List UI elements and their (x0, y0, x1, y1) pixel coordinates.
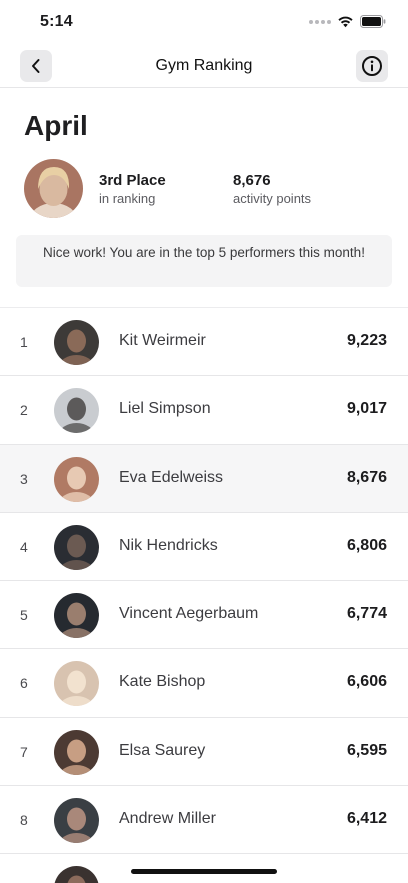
member-name: Liel Simpson (119, 400, 211, 418)
member-score: 6,595 (346, 741, 387, 759)
rank-position: 4 (20, 538, 28, 555)
cellular-signal-icon (309, 19, 331, 24)
battery-icon (360, 15, 386, 28)
ranking-row[interactable]: 6 Kate Bishop 6,606 (0, 649, 408, 718)
rank-position: 1 (20, 334, 28, 350)
rank-position: 6 (20, 675, 28, 692)
member-score: 9,017 (346, 400, 387, 418)
ranking-row[interactable]: 8 Andrew Miller 6,412 (0, 786, 408, 855)
status-bar: 5:14 (0, 0, 408, 44)
avatar (54, 866, 99, 883)
page-title: Gym Ranking (155, 57, 253, 74)
member-score: 6,606 (346, 673, 387, 691)
rank-position: 7 (20, 743, 28, 760)
ranking-list: 1 Kit Weirmeir 9,223 2 Liel Simpson 9,017 3 Eva… (0, 308, 408, 883)
avatar (54, 661, 99, 707)
avatar (54, 388, 99, 434)
member-name: Elsa Saurey (119, 741, 206, 759)
member-name: Eva Edelweiss (119, 468, 224, 486)
rank-stat: 3rd Place in ranking (99, 172, 166, 207)
nav-bar: Gym Ranking (0, 44, 408, 88)
ranking-row[interactable]: 7 Elsa Saurey 6,595 (0, 717, 408, 787)
member-name: Vincent Aegerbaum (119, 605, 259, 623)
member-name: Andrew Miller (119, 810, 216, 828)
rank-position: 3 (20, 470, 28, 487)
rank-position: 5 (20, 607, 28, 624)
status-time: 5:14 (40, 13, 73, 30)
avatar (54, 798, 99, 844)
info-circle-icon (362, 56, 382, 76)
wifi-icon (338, 16, 353, 28)
points-label: activity points (233, 191, 312, 206)
ranking-row[interactable]: 2 Liel Simpson 9,017 (0, 376, 408, 445)
member-score: 6,806 (346, 536, 387, 554)
rank-label: in ranking (99, 191, 156, 206)
member-score: 9,223 (346, 332, 387, 349)
points-value: 8,676 (233, 172, 271, 189)
avatar (54, 320, 99, 365)
avatar (24, 159, 83, 218)
home-indicator (131, 869, 277, 874)
member-name: Nik Hendricks (119, 536, 218, 554)
ranking-row[interactable]: 5 Vincent Aegerbaum 6,774 (0, 581, 408, 650)
performance-notice: Nice work! You are in the top 5 performe… (16, 235, 392, 287)
status-icons (309, 15, 386, 28)
rank-position: 8 (20, 812, 28, 829)
rank-position: 2 (20, 402, 28, 419)
member-name: Kit Weirmeir (119, 332, 206, 349)
member-score: 8,676 (346, 468, 387, 486)
avatar (54, 524, 99, 570)
ranking-row[interactable]: 4 Nik Hendricks 6,806 (0, 512, 408, 582)
month-title: April (24, 110, 88, 141)
member-name: Kate Bishop (119, 673, 206, 691)
ranking-row[interactable]: 3 Eva Edelweiss 8,676 (0, 444, 408, 513)
ranking-row[interactable]: 1 Kit Weirmeir 9,223 (0, 308, 408, 377)
rank-value: 3rd Place (99, 172, 166, 189)
avatar (54, 729, 99, 775)
member-score: 6,412 (346, 810, 387, 828)
avatar (54, 456, 99, 502)
member-score: 6,774 (346, 605, 387, 623)
info-button[interactable] (356, 50, 388, 82)
avatar (54, 593, 99, 639)
points-stat: 8,676 activity points (233, 172, 311, 207)
